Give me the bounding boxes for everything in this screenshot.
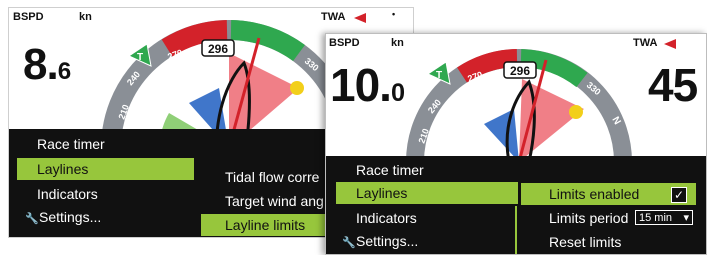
menu-item-settings[interactable]: 🔧Settings... [334,230,518,252]
chevron-down-icon: ▾ [683,212,689,224]
submenu-item-reset-limits[interactable]: Reset limits [521,231,706,253]
wind-sector-blue [484,109,519,162]
menu-item-race-timer[interactable]: Race timer [29,133,194,155]
limits-period-dropdown[interactable]: 15 min ▾ [635,210,693,225]
menu-item-indicators[interactable]: Indicators [29,183,194,205]
right-screen: BSPD kn 10.0 TWA 45 T 296 210 240 270 33… [325,33,707,255]
bspd-label: BSPD [329,37,360,49]
marker-t-label: T [436,70,442,81]
menu-divider [515,206,517,254]
marker-t-label: T [137,52,143,63]
menu-item-indicators[interactable]: Indicators [348,207,518,229]
boat-dot-icon [569,105,583,119]
menu-item-race-timer[interactable]: Race timer [348,159,518,181]
limits-enabled-checkbox[interactable]: ✓ [671,187,687,203]
boat-speed-int: 8. [23,40,59,89]
starboard-arc [230,20,305,62]
wrench-icon: 🔧 [342,237,356,249]
context-menu: Race timer Laylines Indicators 🔧Settings… [326,156,706,254]
submenu-item-limits-enabled[interactable]: Limits enabled ✓ [521,183,696,205]
heading-value: 296 [208,42,228,56]
menu-item-laylines[interactable]: Laylines [336,182,518,204]
wrench-icon: 🔧 [25,213,39,225]
twa-arrow-icon [664,39,676,49]
menu-item-settings[interactable]: 🔧Settings... [17,206,194,228]
bspd-label: BSPD [13,11,44,23]
heading-value: 296 [510,64,530,78]
boat-speed-value: 8.6 [23,40,71,90]
menu-item-laylines[interactable]: Laylines [17,158,194,180]
boat-dot-icon [290,81,304,95]
wind-dial: T 296 210 240 270 330 N [406,49,632,162]
